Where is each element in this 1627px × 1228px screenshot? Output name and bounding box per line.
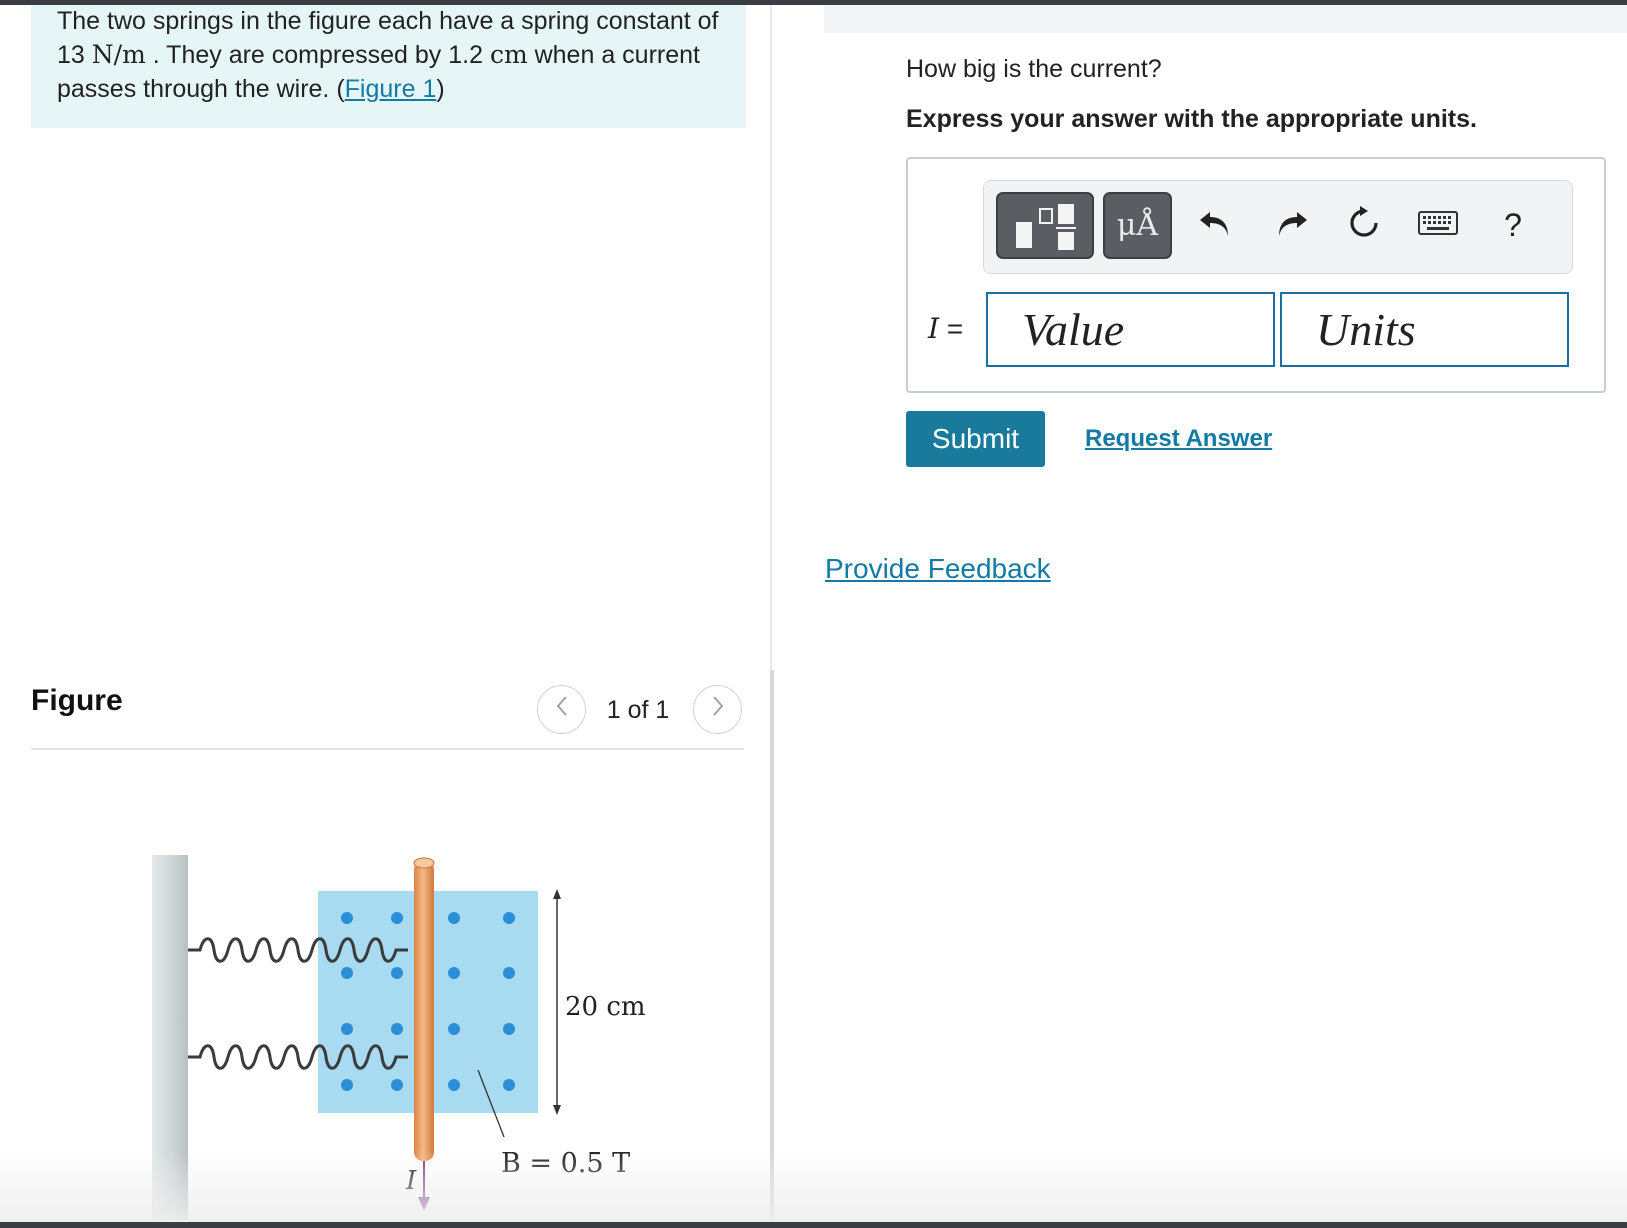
wall — [152, 855, 188, 1220]
keyboard-button[interactable] — [1416, 203, 1460, 247]
keyboard-icon — [1418, 210, 1458, 240]
figure-heading: Figure — [31, 684, 123, 717]
fraction-template-icon — [1012, 202, 1082, 257]
units-button[interactable]: μÅ — [1103, 192, 1172, 259]
field-label: B = 0.5 T — [501, 1148, 630, 1179]
dimension-arrow-bottom — [553, 1105, 561, 1115]
answer-variable-label: I = — [928, 312, 963, 345]
reset-icon — [1346, 205, 1382, 246]
value-input[interactable] — [986, 292, 1275, 367]
request-answer-link[interactable]: Request Answer — [1085, 425, 1272, 453]
redo-button[interactable] — [1270, 203, 1314, 247]
current-wire — [414, 861, 434, 1161]
undo-button[interactable] — [1193, 203, 1237, 247]
question-instruction: Express your answer with the appropriate… — [906, 105, 1477, 133]
part-header-bar — [824, 5, 1627, 33]
spring-constant-unit: N/m — [91, 40, 146, 69]
current-arrowhead — [418, 1197, 430, 1211]
problem-text-2: . They are compressed by 1.2 — [145, 41, 490, 69]
question-prompt: How big is the current? — [906, 55, 1162, 83]
units-input[interactable] — [1280, 292, 1569, 367]
next-figure-button[interactable] — [693, 685, 742, 734]
chevron-right-icon — [710, 694, 726, 725]
figure-divider — [31, 748, 744, 750]
template-button[interactable] — [996, 192, 1094, 259]
submit-button[interactable]: Submit — [906, 411, 1045, 467]
length-label: 20 cm — [565, 992, 646, 1022]
figure-link[interactable]: Figure 1 — [345, 75, 437, 103]
wire-end — [413, 857, 435, 869]
panel-divider — [770, 5, 772, 670]
problem-statement: The two springs in the figure each have … — [57, 4, 737, 106]
undo-icon — [1198, 208, 1232, 243]
problem-text-4: ) — [436, 75, 445, 103]
help-button[interactable]: ? — [1491, 203, 1535, 247]
window-bottom-border — [0, 1222, 1627, 1228]
compression-unit: cm — [489, 40, 528, 69]
dimension-arrow-top — [553, 889, 561, 899]
chevron-left-icon — [554, 694, 570, 725]
answer-variable: I — [928, 312, 940, 345]
figure-pager-count: 1 of 1 — [606, 696, 670, 724]
redo-icon — [1275, 208, 1309, 243]
panel-divider-lower — [770, 670, 774, 1222]
previous-figure-button[interactable] — [537, 685, 586, 734]
equals-sign: = — [946, 313, 964, 344]
current-label: I — [405, 1166, 417, 1196]
reset-button[interactable] — [1342, 203, 1386, 247]
spring-wire-figure: I 20 cm B = 0.5 T — [152, 855, 646, 1220]
provide-feedback-link[interactable]: Provide Feedback — [825, 553, 1051, 585]
